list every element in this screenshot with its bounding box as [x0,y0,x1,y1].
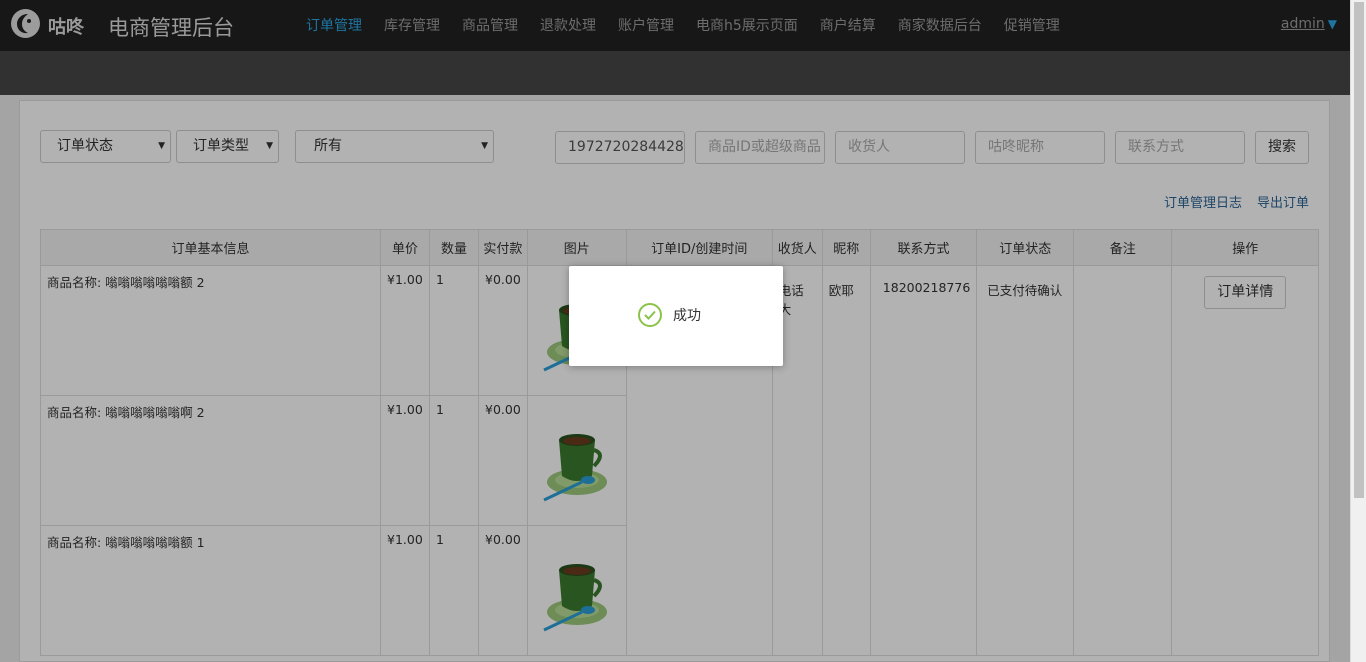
toast-message: 成功 [673,308,701,324]
page-scrollbar[interactable] [1350,0,1366,662]
scrollbar-thumb[interactable] [1354,2,1364,498]
check-circle-icon [638,303,662,327]
success-toast: 成功 [569,266,783,366]
